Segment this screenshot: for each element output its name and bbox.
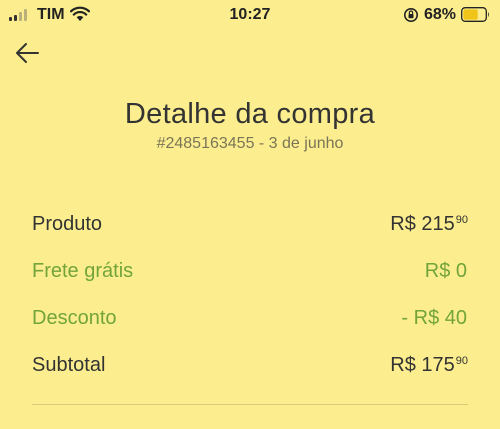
arrow-left-icon xyxy=(16,43,39,63)
battery-icon xyxy=(461,7,489,22)
back-button[interactable] xyxy=(12,40,42,66)
page-title: Detalhe da compra xyxy=(124,98,376,130)
status-bar: TIM 10:27 68% xyxy=(0,0,500,30)
discount-label: Desconto xyxy=(32,307,117,329)
subtotal-row: Subtotal R$ 17590 xyxy=(32,349,468,396)
purchase-summary: Produto R$ 21590 Frete grátis R$ 0 Desco… xyxy=(32,208,468,396)
product-value: R$ 21590 xyxy=(390,208,468,240)
orientation-lock-icon xyxy=(404,8,418,22)
order-subtitle: #2485163455 - 3 de junho xyxy=(156,135,344,152)
shipping-amount: R$ 0 xyxy=(424,260,467,282)
discount-amount: - R$ 40 xyxy=(401,307,467,329)
shipping-value: R$ 0 xyxy=(425,255,468,287)
divider xyxy=(32,404,468,405)
product-label: Produto xyxy=(32,213,103,235)
product-row: Produto R$ 21590 xyxy=(32,208,468,255)
product-cents: 90 xyxy=(455,214,468,226)
discount-value: - R$ 40 xyxy=(401,302,468,334)
subtotal-cents: 90 xyxy=(455,355,468,367)
battery-percent: 68% xyxy=(424,6,457,23)
shipping-label: Frete grátis xyxy=(32,260,134,282)
shipping-row: Frete grátis R$ 0 xyxy=(32,255,468,302)
discount-row: Desconto - R$ 40 xyxy=(32,302,468,349)
subtotal-label: Subtotal xyxy=(32,354,106,376)
subtotal-value: R$ 17590 xyxy=(390,349,468,381)
product-amount: R$ 215 xyxy=(390,213,455,235)
subtotal-amount: R$ 175 xyxy=(390,354,455,376)
